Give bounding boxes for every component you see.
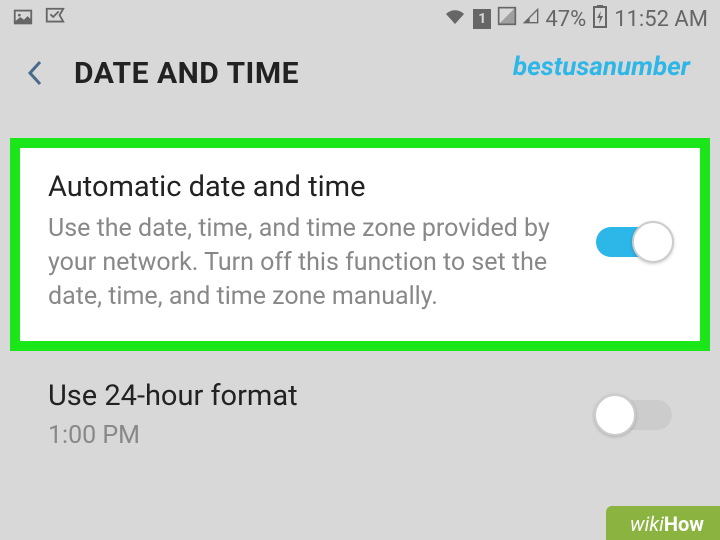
signal-icon-2 xyxy=(523,6,539,32)
wikihow-wiki: wiki xyxy=(630,512,664,536)
highlighted-setting: Automatic date and time Use the date, ti… xyxy=(10,138,710,351)
chevron-left-icon xyxy=(25,58,45,88)
status-left xyxy=(12,6,66,32)
page-title: DATE AND TIME xyxy=(74,56,299,91)
checkmark-icon xyxy=(44,6,66,32)
wifi-icon xyxy=(443,4,467,34)
watermark-text: bestusanumber xyxy=(513,52,690,82)
setting-title: Automatic date and time xyxy=(48,170,566,204)
toggle-thumb xyxy=(594,394,636,436)
setting-example: 1:00 PM xyxy=(48,421,566,450)
setting-text-block: Automatic date and time Use the date, ti… xyxy=(48,170,566,313)
wikihow-badge: wikiHow xyxy=(606,506,720,540)
toggle-thumb xyxy=(632,221,674,263)
wikihow-how: How xyxy=(664,512,704,536)
use-24-hour-toggle[interactable] xyxy=(596,396,672,434)
use-24-hour-row[interactable]: Use 24-hour format 1:00 PM xyxy=(10,351,710,450)
settings-content: Automatic date and time Use the date, ti… xyxy=(0,108,720,450)
status-bar: 1 47% 11:52 AM xyxy=(0,0,720,38)
back-button[interactable] xyxy=(20,58,50,88)
setting-description: Use the date, time, and time zone provid… xyxy=(48,212,566,313)
app-header: DATE AND TIME bestusanumber xyxy=(0,38,720,108)
picture-icon xyxy=(12,6,34,32)
signal-icon-1 xyxy=(497,6,517,32)
battery-icon xyxy=(592,4,608,34)
status-right: 1 47% 11:52 AM xyxy=(443,4,708,34)
sim-icon: 1 xyxy=(473,9,491,29)
automatic-date-time-toggle[interactable] xyxy=(596,223,672,261)
battery-percent: 47% xyxy=(545,7,586,32)
setting-title: Use 24-hour format xyxy=(48,379,566,413)
automatic-date-time-row[interactable]: Automatic date and time Use the date, ti… xyxy=(48,170,672,313)
setting-text-block: Use 24-hour format 1:00 PM xyxy=(48,379,566,450)
clock-time: 11:52 AM xyxy=(614,7,708,32)
